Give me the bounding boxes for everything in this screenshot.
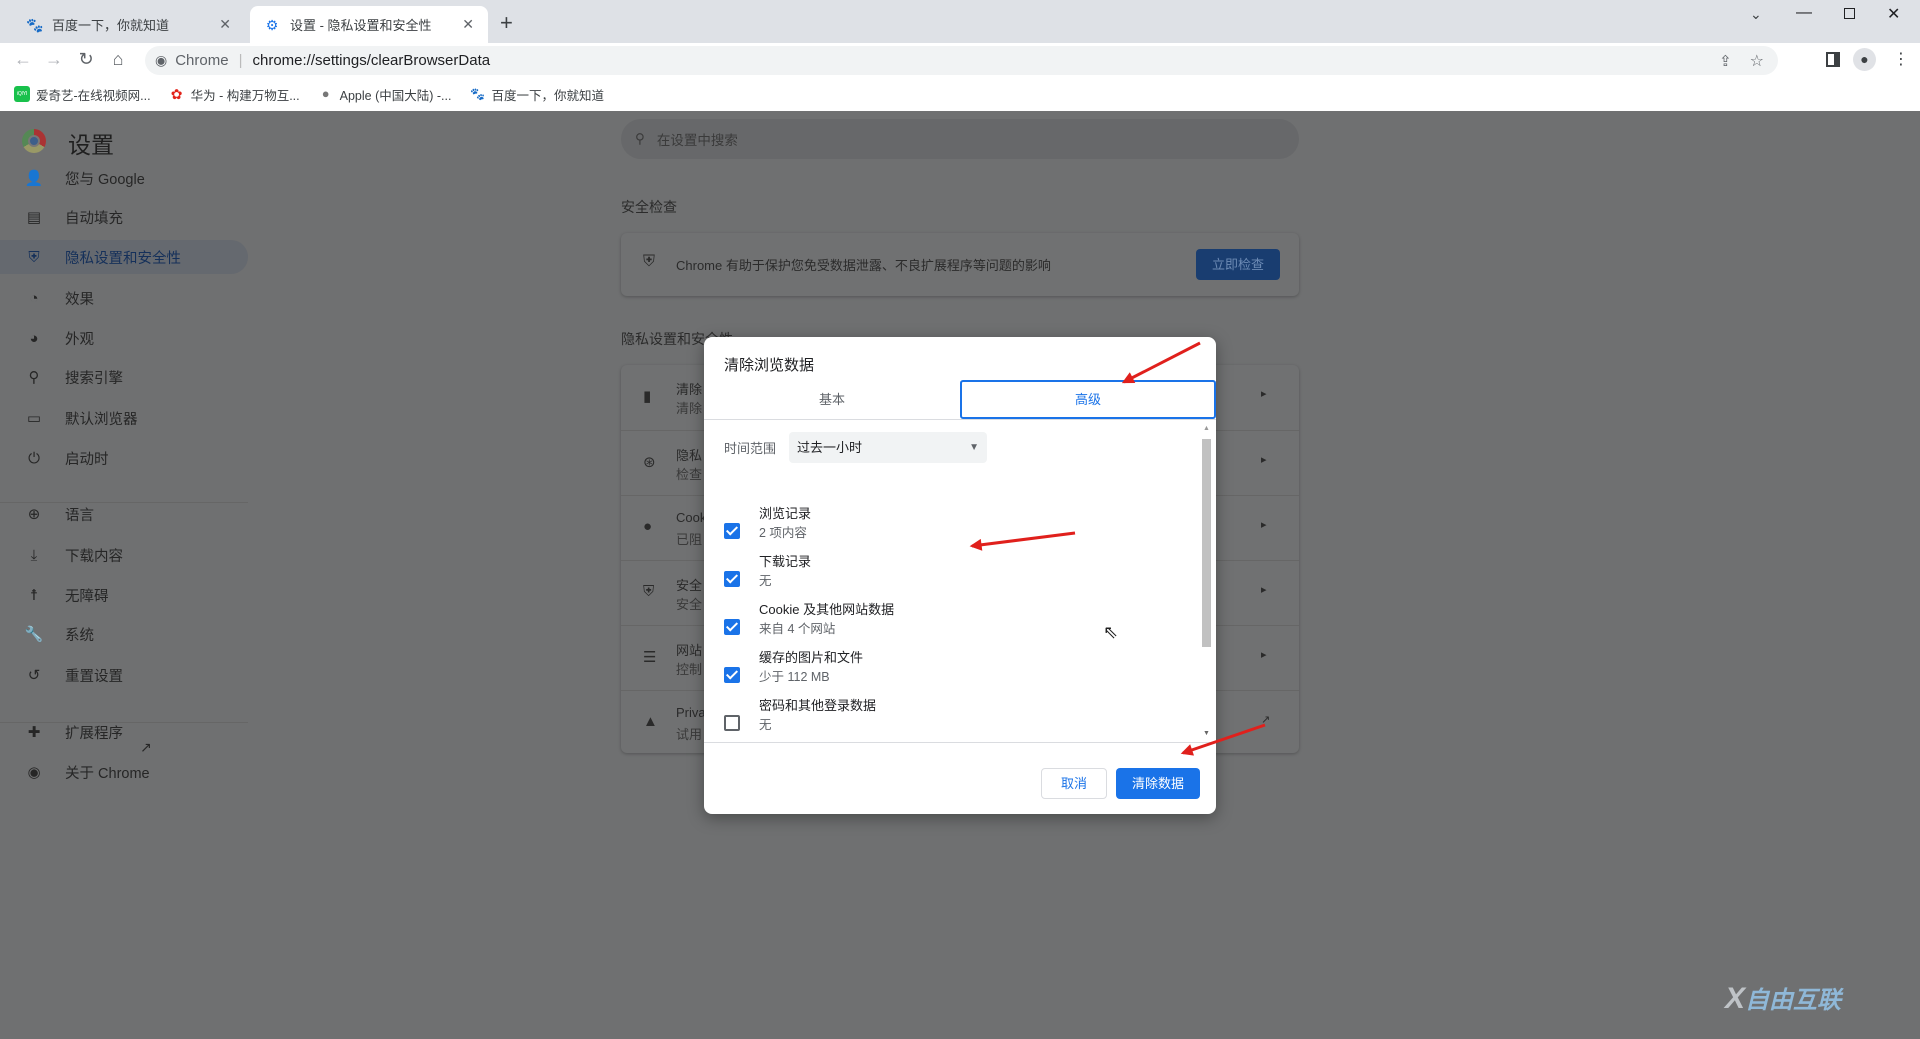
annotation-arrow bbox=[969, 531, 1076, 551]
annotation-arrow bbox=[1180, 723, 1266, 756]
mouse-cursor-icon: ⇖ bbox=[1103, 622, 1119, 642]
annotation-arrows bbox=[969, 341, 1266, 756]
annotation-arrow bbox=[1121, 341, 1201, 384]
watermark-logo: X自由互联 bbox=[1725, 982, 1842, 1015]
